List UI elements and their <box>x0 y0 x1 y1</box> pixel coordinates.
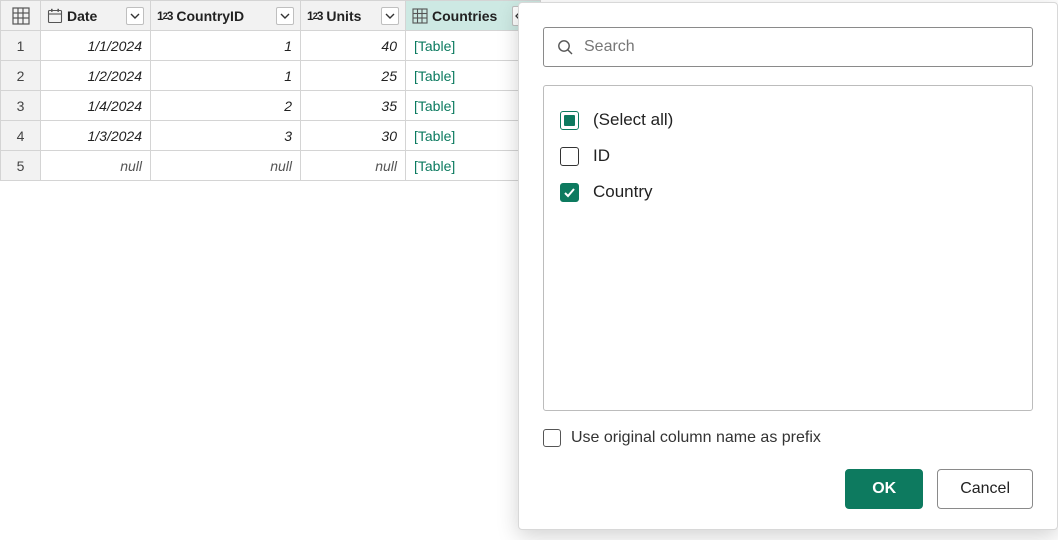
column-label: Countries <box>432 8 508 24</box>
table-row[interactable]: 31/4/2024235[Table] <box>1 91 541 121</box>
cell-date[interactable]: 1/1/2024 <box>41 31 151 61</box>
column-label: Units <box>326 8 377 24</box>
filter-dropdown-button[interactable] <box>126 7 144 25</box>
chevron-down-icon <box>130 11 140 21</box>
filter-dropdown-button[interactable] <box>276 7 294 25</box>
search-field[interactable] <box>543 27 1033 67</box>
cell-date[interactable]: 1/4/2024 <box>41 91 151 121</box>
column-header-date[interactable]: Date <box>41 1 151 31</box>
cell-date[interactable]: 1/3/2024 <box>41 121 151 151</box>
row-number[interactable]: 1 <box>1 31 41 61</box>
table-row[interactable]: 41/3/2024330[Table] <box>1 121 541 151</box>
column-options-list: (Select all) ID Country <box>543 85 1033 411</box>
data-grid: Date 123 CountryID 123 Uni <box>0 0 541 181</box>
option-id[interactable]: ID <box>558 138 1018 174</box>
cell-units[interactable]: 40 <box>301 31 406 61</box>
row-number[interactable]: 5 <box>1 151 41 181</box>
option-label: (Select all) <box>593 110 673 130</box>
chevron-down-icon <box>280 11 290 21</box>
chevron-down-icon <box>385 11 395 21</box>
checkbox-checked-icon[interactable] <box>560 183 579 202</box>
cell-countryid[interactable]: 3 <box>151 121 301 151</box>
cell-date[interactable]: null <box>41 151 151 181</box>
row-number[interactable]: 4 <box>1 121 41 151</box>
option-country[interactable]: Country <box>558 174 1018 210</box>
row-number[interactable]: 3 <box>1 91 41 121</box>
date-type-icon <box>47 8 63 24</box>
cell-countryid[interactable]: null <box>151 151 301 181</box>
cell-countryid[interactable]: 2 <box>151 91 301 121</box>
table-row[interactable]: 5nullnullnull[Table] <box>1 151 541 181</box>
filter-dropdown-button[interactable] <box>381 7 399 25</box>
option-label: Country <box>593 182 653 202</box>
search-icon <box>556 38 574 56</box>
table-row[interactable]: 11/1/2024140[Table] <box>1 31 541 61</box>
cell-units[interactable]: null <box>301 151 406 181</box>
checkbox-unchecked-icon[interactable] <box>543 429 561 447</box>
cancel-button[interactable]: Cancel <box>937 469 1033 509</box>
column-header-units[interactable]: 123 Units <box>301 1 406 31</box>
prefix-label: Use original column name as prefix <box>571 429 821 447</box>
option-label: ID <box>593 146 610 166</box>
use-prefix-option[interactable]: Use original column name as prefix <box>543 429 1033 447</box>
table-type-icon <box>412 8 428 24</box>
search-input[interactable] <box>584 38 1020 56</box>
row-number[interactable]: 2 <box>1 61 41 91</box>
cell-countryid[interactable]: 1 <box>151 31 301 61</box>
checkbox-unchecked-icon[interactable] <box>560 147 579 166</box>
table-icon <box>12 7 30 25</box>
cell-units[interactable]: 35 <box>301 91 406 121</box>
ok-button[interactable]: OK <box>845 469 923 509</box>
dialog-button-bar: OK Cancel <box>543 469 1033 509</box>
number-type-icon: 123 <box>307 9 322 23</box>
option-select-all[interactable]: (Select all) <box>558 102 1018 138</box>
column-header-countryid[interactable]: 123 CountryID <box>151 1 301 31</box>
cell-units[interactable]: 30 <box>301 121 406 151</box>
cell-units[interactable]: 25 <box>301 61 406 91</box>
cell-date[interactable]: 1/2/2024 <box>41 61 151 91</box>
number-type-icon: 123 <box>157 9 172 23</box>
column-label: CountryID <box>176 8 272 24</box>
checkbox-indeterminate-icon[interactable] <box>560 111 579 130</box>
cell-countryid[interactable]: 1 <box>151 61 301 91</box>
expand-column-popup: (Select all) ID Country Use original col… <box>518 2 1058 530</box>
row-header-corner <box>1 1 41 31</box>
table-row[interactable]: 21/2/2024125[Table] <box>1 61 541 91</box>
column-label: Date <box>67 8 122 24</box>
